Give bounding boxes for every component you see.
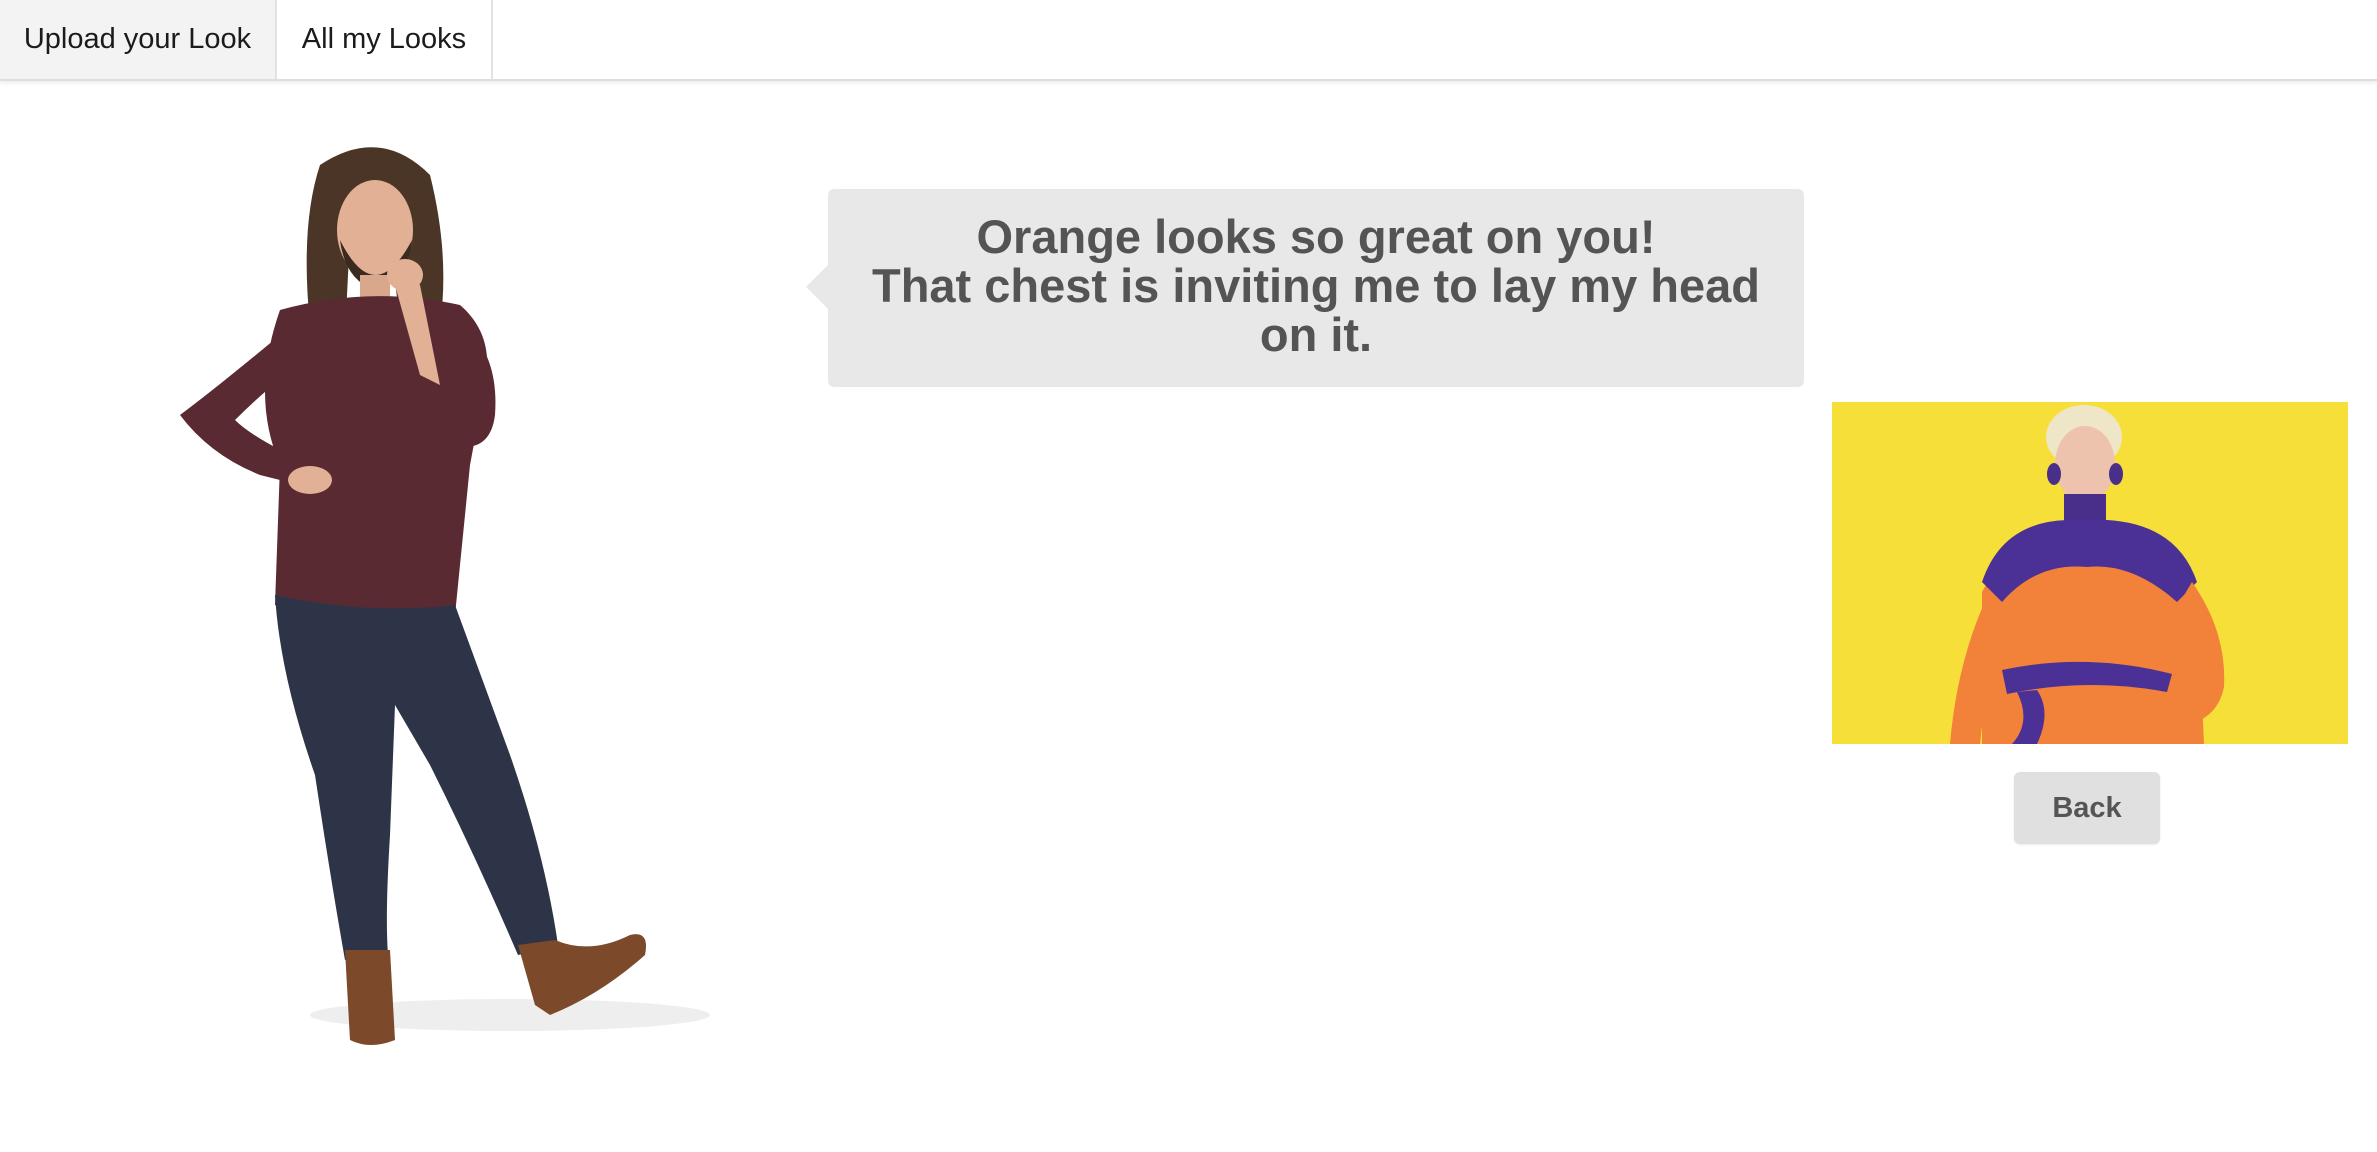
top-nav: Upload your Look All my Looks — [0, 0, 2377, 81]
stylist-illustration — [180, 147, 710, 1045]
speech-bubble: Orange looks so great on you! That chest… — [806, 189, 1804, 387]
stylist-figure — [150, 135, 710, 1080]
bubble-line-1: Orange looks so great on you! — [976, 210, 1656, 263]
tab-all-my-looks[interactable]: All my Looks — [277, 0, 493, 79]
tab-upload-your-look[interactable]: Upload your Look — [0, 0, 277, 79]
back-button[interactable]: Back — [2014, 772, 2160, 844]
bubble-line-2: That chest is inviting me to lay my head… — [872, 259, 1760, 361]
uploaded-look-photo — [1832, 402, 2348, 744]
look-illustration — [1832, 402, 2348, 744]
page: Upload your Look All my Looks Orange loo… — [0, 0, 2377, 1152]
